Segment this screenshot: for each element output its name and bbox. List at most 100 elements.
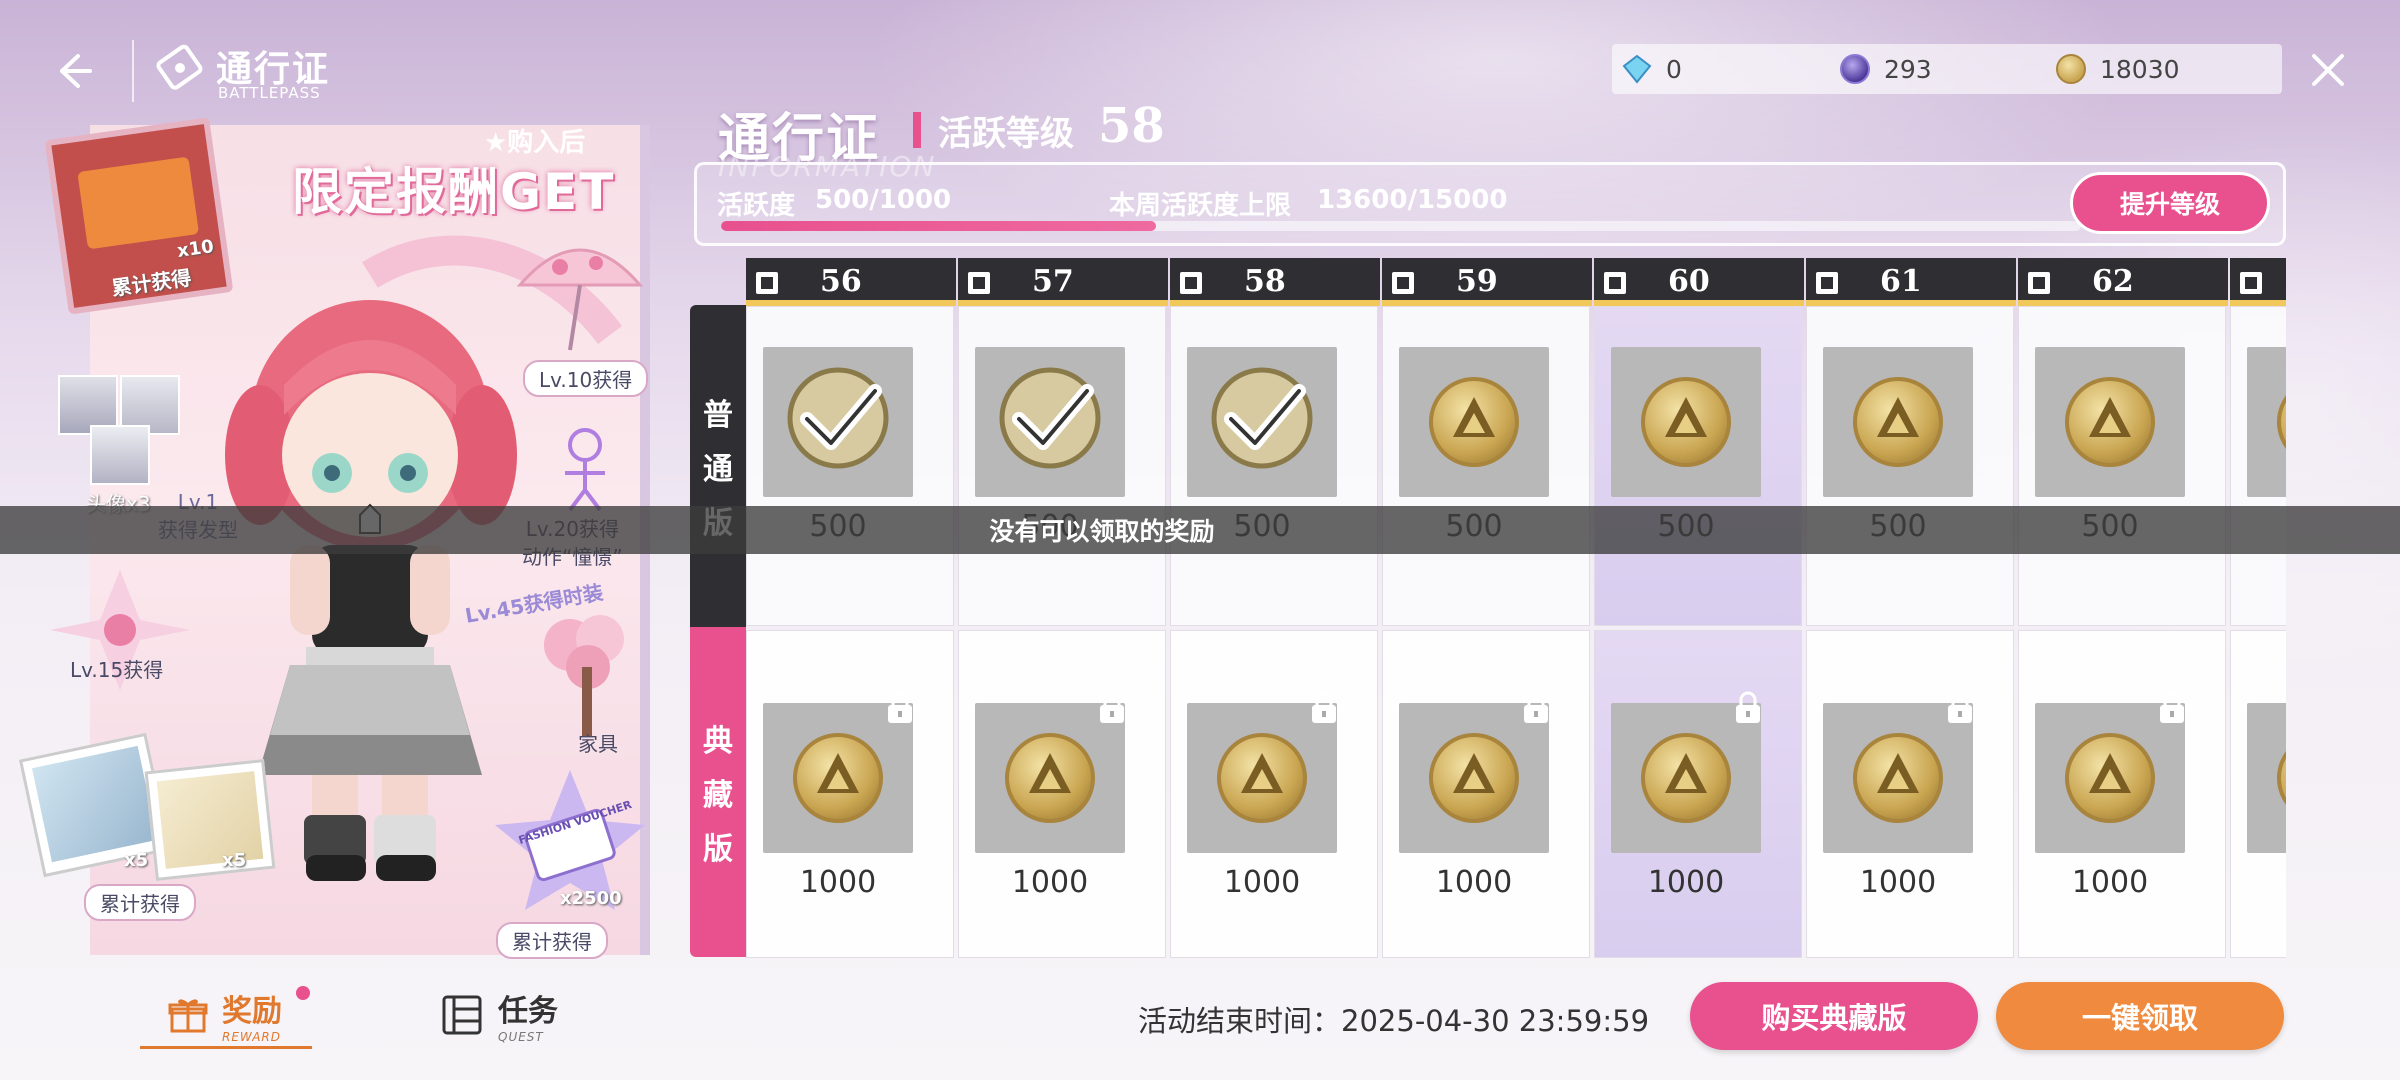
diamond-icon: [1622, 54, 1652, 84]
reward-column[interactable]: 60 500 1000: [1594, 258, 1804, 958]
reward-column[interactable]: 57 500 1000: [958, 258, 1168, 958]
currency-orb[interactable]: 293: [1840, 44, 1932, 94]
currency-gold[interactable]: 18030: [2056, 44, 2180, 94]
normal-reward-cell[interactable]: 500: [2018, 306, 2226, 626]
reward-column[interactable]: 62 500 1000: [2018, 258, 2228, 958]
normal-reward-item[interactable]: [2247, 347, 2286, 497]
lv15-label: Lv.15获得: [70, 658, 164, 682]
normal-reward-cell[interactable]: 500: [1170, 306, 1378, 626]
tab-quest-label: 任务: [498, 994, 558, 1029]
premium-reward-cell[interactable]: 1000: [1806, 630, 2014, 958]
event-end-time: 活动结束时间：2025-04-30 23:59:59: [1138, 998, 1649, 1040]
gold-coin-icon: [2277, 377, 2286, 467]
gold-coin-icon: [1853, 377, 1943, 467]
tab-reward[interactable]: 奖励 REWARD: [168, 985, 282, 1045]
normal-reward-cell[interactable]: 500: [1806, 306, 2014, 626]
normal-reward-item[interactable]: [1611, 347, 1761, 497]
title-separator: [913, 112, 921, 148]
premium-reward-item[interactable]: [1187, 703, 1337, 853]
normal-reward-cell[interactable]: 500: [1594, 306, 1802, 626]
lock-icon: [1521, 691, 1551, 725]
activity-label: 活跃度: [717, 191, 796, 221]
photo-cumulative-label: 累计获得: [84, 884, 196, 921]
level-header: 57: [958, 258, 1168, 306]
reward-column[interactable]: 61 500 1000: [1806, 258, 2016, 958]
level-number: 61: [1880, 264, 1922, 299]
premium-reward-cell[interactable]: [2230, 630, 2286, 958]
normal-reward-item[interactable]: [2035, 347, 2185, 497]
end-time-value: 2025-04-30 23:59:59: [1341, 1004, 1650, 1038]
normal-reward-cell[interactable]: 500: [746, 306, 954, 626]
level-header: 59: [1382, 258, 1592, 306]
normal-reward-cell[interactable]: 500: [1382, 306, 1590, 626]
normal-reward-cell[interactable]: [2230, 306, 2286, 626]
level-number: 58: [1244, 264, 1286, 299]
currency-value: 293: [1884, 54, 1932, 84]
weekly-limit-label: 本周活跃度上限: [1109, 191, 1292, 221]
premium-reward-item[interactable]: [2247, 703, 2286, 853]
back-arrow-icon[interactable]: [50, 48, 96, 94]
qr-icon: [1604, 272, 1626, 294]
claim-all-button[interactable]: 一键领取: [1996, 982, 2284, 1050]
level-label: 活跃等级: [938, 114, 1074, 154]
premium-reward-cell[interactable]: 1000: [1594, 630, 1802, 958]
lock-icon: [1733, 691, 1763, 725]
page-subtitle: BATTLEPASS: [218, 84, 321, 102]
premium-reward-cell[interactable]: 1000: [1170, 630, 1378, 958]
tab-quest[interactable]: 任务 QUEST: [440, 985, 558, 1045]
normal-reward-item[interactable]: [1187, 347, 1337, 497]
gold-coin-icon: [1005, 733, 1095, 823]
premium-reward-item[interactable]: [1823, 703, 1973, 853]
normal-track-label: 普 通 版: [690, 305, 746, 627]
voucher-count: x2500: [560, 888, 622, 909]
close-icon[interactable]: [2308, 50, 2348, 90]
premium-label-char: 典: [703, 724, 733, 759]
reward-column[interactable]: [2230, 258, 2286, 958]
normal-reward-item[interactable]: [1823, 347, 1973, 497]
top-divider: [132, 40, 134, 102]
reward-columns: 56 500 1000 57 500 1000 58 500 1000 59 500 1000 60 50…: [746, 258, 2286, 958]
premium-reward-cell[interactable]: 1000: [1382, 630, 1590, 958]
reward-column[interactable]: 59 500 1000: [1382, 258, 1592, 958]
orb-icon: [1840, 54, 1870, 84]
premium-reward-item[interactable]: [2035, 703, 2185, 853]
claimed-check-icon: [787, 367, 889, 469]
gold-coin-icon: [1429, 377, 1519, 467]
level-number: 59: [1456, 264, 1498, 299]
premium-reward-item[interactable]: [763, 703, 913, 853]
reward-column[interactable]: 56 500 1000: [746, 258, 956, 958]
normal-label-char: 通: [703, 452, 733, 487]
premium-reward-item[interactable]: [1611, 703, 1761, 853]
claimed-check-icon: [999, 367, 1101, 469]
notification-dot: [296, 986, 310, 1000]
level-value: 58: [1098, 98, 1165, 154]
level-header: 56: [746, 258, 956, 306]
premium-reward-item[interactable]: [975, 703, 1125, 853]
premium-reward-item[interactable]: [1399, 703, 1549, 853]
normal-reward-item[interactable]: [975, 347, 1125, 497]
normal-reward-item[interactable]: [1399, 347, 1549, 497]
gift-box-count: x10: [175, 236, 216, 262]
activity-progress-box: 活跃度 500/1000 本周活跃度上限 13600/15000: [694, 162, 2286, 246]
buy-premium-button[interactable]: 购买典藏版: [1690, 982, 1978, 1050]
blossom-tree-furniture: [544, 615, 624, 737]
premium-reward-cell[interactable]: 1000: [746, 630, 954, 958]
tab-reward-sub: REWARD: [222, 1030, 281, 1044]
gold-coin-icon: [1217, 733, 1307, 823]
toast-message: 没有可以领取的奖励: [0, 506, 2400, 554]
normal-reward-item[interactable]: [763, 347, 913, 497]
qr-icon: [2240, 272, 2262, 294]
premium-reward-cell[interactable]: 1000: [2018, 630, 2226, 958]
level-header: [2230, 258, 2286, 306]
tab-reward-label: 奖励: [222, 994, 282, 1029]
normal-reward-cell[interactable]: 500: [958, 306, 1166, 626]
gold-coin-icon: [2065, 377, 2155, 467]
gift-box-reward: x10 累计获得: [44, 117, 234, 315]
reward-column[interactable]: 58 500 1000: [1170, 258, 1380, 958]
qr-icon: [1392, 272, 1414, 294]
upgrade-level-button[interactable]: 提升等级: [2070, 172, 2270, 234]
premium-reward-amount: 1000: [1647, 865, 1725, 900]
activity-value: 500/1000: [815, 185, 952, 215]
premium-reward-cell[interactable]: 1000: [958, 630, 1166, 958]
currency-diamond[interactable]: 0: [1622, 44, 1682, 94]
